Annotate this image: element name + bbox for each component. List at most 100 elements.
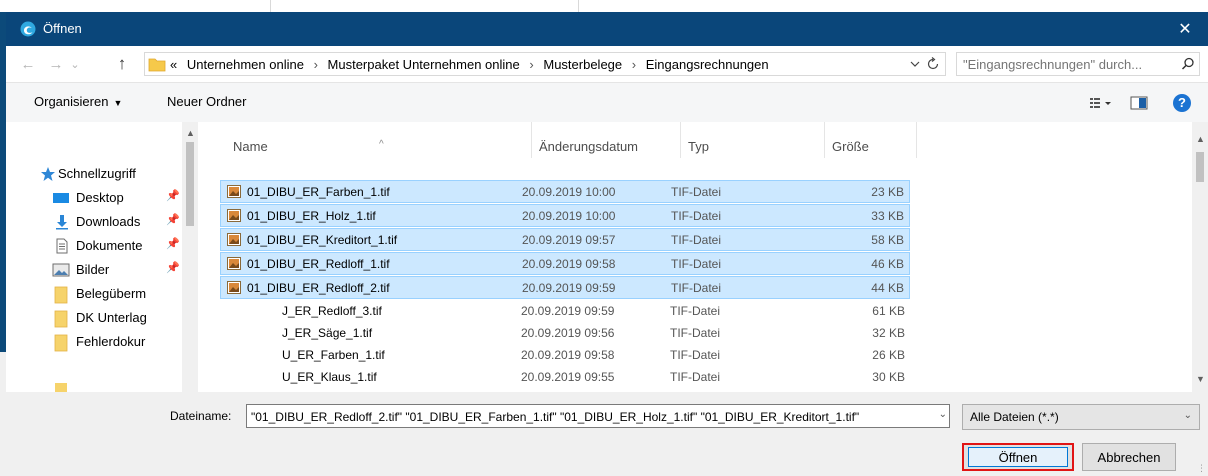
background-separator xyxy=(270,0,271,12)
file-type: TIF-Datei xyxy=(670,348,721,362)
preview-pane-icon[interactable] xyxy=(1130,95,1148,111)
sidebar-item-documents[interactable]: Dokumente 📌 xyxy=(6,234,182,258)
back-button[interactable]: ← xyxy=(18,54,38,74)
column-header-size[interactable]: Größe xyxy=(825,122,917,158)
file-size: 58 KB xyxy=(871,233,904,247)
breadcrumb-separator[interactable]: › xyxy=(529,57,533,72)
resize-grip-icon[interactable]: ⋮ xyxy=(1197,463,1206,474)
scroll-down-icon[interactable]: ▼ xyxy=(1196,374,1205,384)
pin-icon[interactable]: 📌 xyxy=(166,237,180,250)
recent-locations-button[interactable]: ⌄ xyxy=(68,54,82,74)
breadcrumb-overflow[interactable]: « xyxy=(170,57,177,72)
refresh-icon[interactable] xyxy=(925,56,941,72)
search-box[interactable] xyxy=(956,52,1200,76)
file-type: TIF-Datei xyxy=(670,370,721,384)
file-type: TIF-Datei xyxy=(671,209,722,223)
search-input[interactable] xyxy=(963,56,1171,72)
file-type: TIF-Datei xyxy=(671,233,722,247)
arrow-right-icon: → xyxy=(48,55,64,73)
folder-icon xyxy=(148,58,166,72)
table-row[interactable]: J_ER_Säge_1.tif 20.09.2019 09:56 TIF-Dat… xyxy=(220,322,910,345)
title-bar: Öffnen ✕ xyxy=(6,12,1208,46)
file-size: 32 KB xyxy=(872,326,905,340)
sidebar-item-folder[interactable] xyxy=(6,354,182,392)
sidebar-item-folder[interactable]: Fehlerdokur xyxy=(6,330,182,354)
scrollbar-thumb[interactable] xyxy=(186,142,194,226)
background-separator xyxy=(578,0,579,12)
file-name: 01_DIBU_ER_Redloff_2.tif xyxy=(247,281,390,295)
table-row[interactable]: U_ER_Farben_1.tif 20.09.2019 09:58 TIF-D… xyxy=(220,344,910,367)
file-list-scrollbar[interactable]: ▲ ▼ xyxy=(1192,122,1208,392)
cancel-button-label: Abbrechen xyxy=(1097,449,1161,465)
pin-icon[interactable]: 📌 xyxy=(166,213,180,226)
breadcrumb-item[interactable]: Unternehmen online xyxy=(187,57,304,72)
tif-file-icon xyxy=(227,257,241,270)
sidebar-item-label: Schnellzugriff xyxy=(58,166,136,181)
new-folder-button[interactable]: Neuer Ordner xyxy=(167,94,246,109)
chevron-down-icon: ⌄ xyxy=(1183,410,1192,421)
pin-icon[interactable]: 📌 xyxy=(166,189,180,202)
organize-label: Organisieren xyxy=(34,94,109,109)
breadcrumb-item[interactable]: Musterpaket Unternehmen online xyxy=(328,57,520,72)
navigation-scrollbar[interactable]: ▲ xyxy=(182,122,198,392)
organize-menu[interactable]: Organisieren ▼ xyxy=(34,94,122,109)
file-date: 20.09.2019 10:00 xyxy=(522,185,616,199)
view-options-icon[interactable] xyxy=(1089,95,1113,111)
help-button[interactable]: ? xyxy=(1173,94,1191,112)
tif-file-icon xyxy=(227,233,241,246)
forward-button[interactable]: → xyxy=(46,54,66,74)
background-window-strip xyxy=(0,0,1208,12)
address-bar[interactable]: « Unternehmen online › Musterpaket Unter… xyxy=(144,52,946,76)
search-icon[interactable] xyxy=(1181,57,1195,71)
column-header-label: Typ xyxy=(688,139,709,154)
table-row[interactable]: 01_DIBU_ER_Redloff_2.tif 20.09.2019 09:5… xyxy=(220,276,910,299)
sidebar-item-folder[interactable]: Belegüberm xyxy=(6,282,182,306)
tif-file-icon xyxy=(227,185,241,198)
up-button[interactable]: ↑ xyxy=(112,54,132,74)
filename-combobox[interactable]: ⌄ xyxy=(246,404,950,428)
scroll-up-icon[interactable]: ▲ xyxy=(1196,134,1205,144)
sidebar-item-quick-access[interactable]: Schnellzugriff xyxy=(6,162,182,186)
sidebar-item-folder[interactable]: DK Unterlag xyxy=(6,306,182,330)
chevron-down-icon[interactable] xyxy=(909,57,921,71)
table-row[interactable]: 01_DIBU_ER_Redloff_1.tif 20.09.2019 09:5… xyxy=(220,252,910,275)
caret-down-icon: ▼ xyxy=(113,98,123,108)
tif-file-icon xyxy=(227,281,241,294)
breadcrumb-item[interactable]: Musterbelege xyxy=(543,57,622,72)
column-header-date[interactable]: Änderungsdatum xyxy=(532,122,681,158)
sidebar-item-label: Desktop xyxy=(76,190,124,205)
table-row[interactable]: U_ER_Klaus_1.tif 20.09.2019 09:55 TIF-Da… xyxy=(220,366,910,389)
table-row[interactable]: 01_DIBU_ER_Farben_1.tif 20.09.2019 10:00… xyxy=(220,180,910,203)
sidebar-item-pictures[interactable]: Bilder 📌 xyxy=(6,258,182,282)
pin-icon[interactable]: 📌 xyxy=(166,261,180,274)
file-size: 23 KB xyxy=(871,185,904,199)
file-name: 01_DIBU_ER_Kreditort_1.tif xyxy=(247,233,398,247)
table-row[interactable]: 01_DIBU_ER_Kreditort_1.tif 20.09.2019 09… xyxy=(220,228,910,251)
table-row[interactable]: 01_DIBU_ER_Holz_1.tif 20.09.2019 10:00 T… xyxy=(220,204,910,227)
column-header-name[interactable]: Name ^ xyxy=(220,122,532,158)
file-name: 01_DIBU_ER_Holz_1.tif xyxy=(247,209,376,223)
scroll-up-icon[interactable]: ▲ xyxy=(186,128,195,138)
arrow-up-icon: ↑ xyxy=(117,54,127,73)
folder-icon xyxy=(55,383,67,392)
cancel-button[interactable]: Abbrechen xyxy=(1082,443,1176,471)
open-button[interactable]: Öffnen xyxy=(962,443,1074,471)
breadcrumb-separator[interactable]: › xyxy=(314,57,318,72)
close-button[interactable]: ✕ xyxy=(1162,12,1208,46)
breadcrumb-item[interactable]: Eingangsrechnungen xyxy=(646,57,769,72)
table-row[interactable]: J_ER_Redloff_3.tif 20.09.2019 09:59 TIF-… xyxy=(220,300,910,323)
folder-icon xyxy=(54,286,68,304)
sidebar-item-downloads[interactable]: Downloads 📌 xyxy=(6,210,182,234)
column-header-type[interactable]: Typ xyxy=(681,122,825,158)
column-header-label: Änderungsdatum xyxy=(539,139,639,154)
filename-input[interactable] xyxy=(251,409,931,425)
command-bar: Organisieren ▼ Neuer Ordner ? xyxy=(6,82,1208,122)
file-type-filter-value: Alle Dateien (*.*) xyxy=(970,410,1059,424)
chevron-down-icon[interactable]: ⌄ xyxy=(939,409,947,420)
file-list: Name ^ Änderungsdatum Typ Größe 01_DIBU_… xyxy=(200,122,1208,392)
file-size: 26 KB xyxy=(872,348,905,362)
scrollbar-thumb[interactable] xyxy=(1196,152,1204,182)
file-type-filter[interactable]: Alle Dateien (*.*) ⌄ xyxy=(962,404,1200,430)
sidebar-item-desktop[interactable]: Desktop 📌 xyxy=(6,186,182,210)
breadcrumb-separator[interactable]: › xyxy=(632,57,636,72)
